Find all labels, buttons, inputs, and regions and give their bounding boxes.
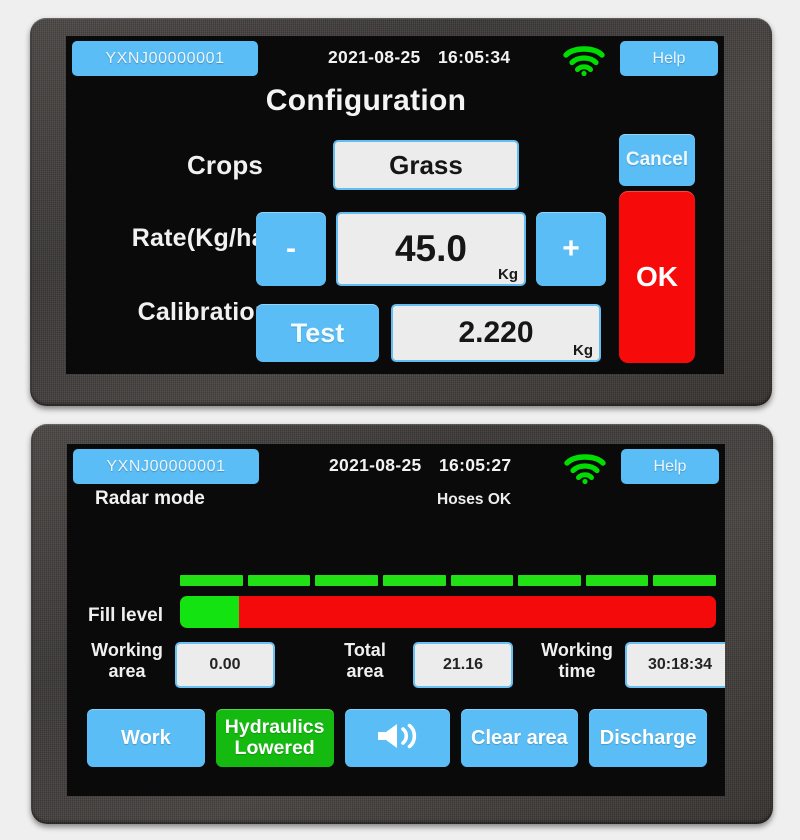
wifi-icon [563,452,607,489]
wifi-icon [562,44,606,81]
calibration-value: 2.220 [458,316,534,349]
clear-area-button[interactable]: Clear area [460,709,579,767]
stat-value-total-area[interactable]: 21.16 [413,642,513,688]
stat-value-working-area[interactable]: 0.00 [175,642,275,688]
terminal-device-operation: YXNJ00000001 2021-08-25 16:05:27 Help Ra… [31,424,773,824]
fill-level-tick [382,575,446,586]
discharge-button[interactable]: Discharge [589,709,707,767]
fill-level-tick [518,575,581,586]
rate-unit: Kg [498,266,518,283]
hydraulics-button-label: Hydraulics Lowered [224,716,325,759]
crops-label: Crops [186,150,264,180]
stat-value-working-time[interactable]: 30:18:34 [625,642,725,688]
status-time: 16:05:27 [439,455,512,475]
help-button[interactable]: Help [621,449,719,484]
cancel-button[interactable]: Cancel [619,134,695,186]
calibration-value-field[interactable]: 2.220 Kg [391,304,601,362]
serial-number-badge[interactable]: YXNJ00000001 [73,449,259,484]
status-bar-configuration: YXNJ00000001 2021-08-25 16:05:34 Help [66,36,724,80]
fill-level-tick-scale [180,575,716,586]
stat-caption: Total area [344,640,386,681]
fill-level-tick [653,575,716,586]
serial-number-badge[interactable]: YXNJ00000001 [72,41,258,76]
fill-level-tick [450,575,514,586]
page-title: Configuration [265,84,467,117]
rate-value: 45.0 [394,228,467,269]
fill-level-tick [247,575,311,586]
status-bar-operation: YXNJ00000001 2021-08-25 16:05:27 Help [67,444,725,488]
ok-button[interactable]: OK [619,191,695,363]
stat-caption: Working time [541,640,613,681]
hoses-status-label: Hoses OK [437,491,512,508]
status-time: 16:05:34 [438,47,511,67]
screenshot-root: YXNJ00000001 2021-08-25 16:05:34 Help Co… [0,0,800,840]
work-button[interactable]: Work [87,709,205,767]
terminal-device-configuration: YXNJ00000001 2021-08-25 16:05:34 Help Co… [30,18,772,406]
fill-level-tick [315,575,378,586]
status-date: 2021-08-25 [329,455,422,475]
rate-value-field[interactable]: 45.0 Kg [336,212,526,286]
crops-value-field[interactable]: Grass [333,140,519,190]
configuration-screen: YXNJ00000001 2021-08-25 16:05:34 Help Co… [66,36,724,374]
help-button[interactable]: Help [620,41,718,76]
action-button-row: Work Hydraulics Lowered Clear area Disch… [87,709,707,767]
speaker-volume-icon [374,721,420,756]
rate-increment-button[interactable]: + [536,212,606,286]
fill-level-tick [585,575,649,586]
calibration-unit: Kg [573,342,593,359]
fill-level-label: Fill level [88,605,163,626]
drive-mode-label: Radar mode [95,488,205,509]
fill-level-tick [180,575,243,586]
operation-screen: YXNJ00000001 2021-08-25 16:05:27 Help Ra… [67,444,725,796]
fill-level-bar-filled [180,596,239,628]
calibration-test-button[interactable]: Test [256,304,379,362]
rate-decrement-button[interactable]: - [256,212,326,286]
hydraulics-lowered-button[interactable]: Hydraulics Lowered [215,709,334,767]
status-date: 2021-08-25 [328,47,421,67]
stat-caption: Working area [91,640,163,681]
fill-level-bar [180,596,716,628]
sound-button[interactable] [344,709,450,767]
